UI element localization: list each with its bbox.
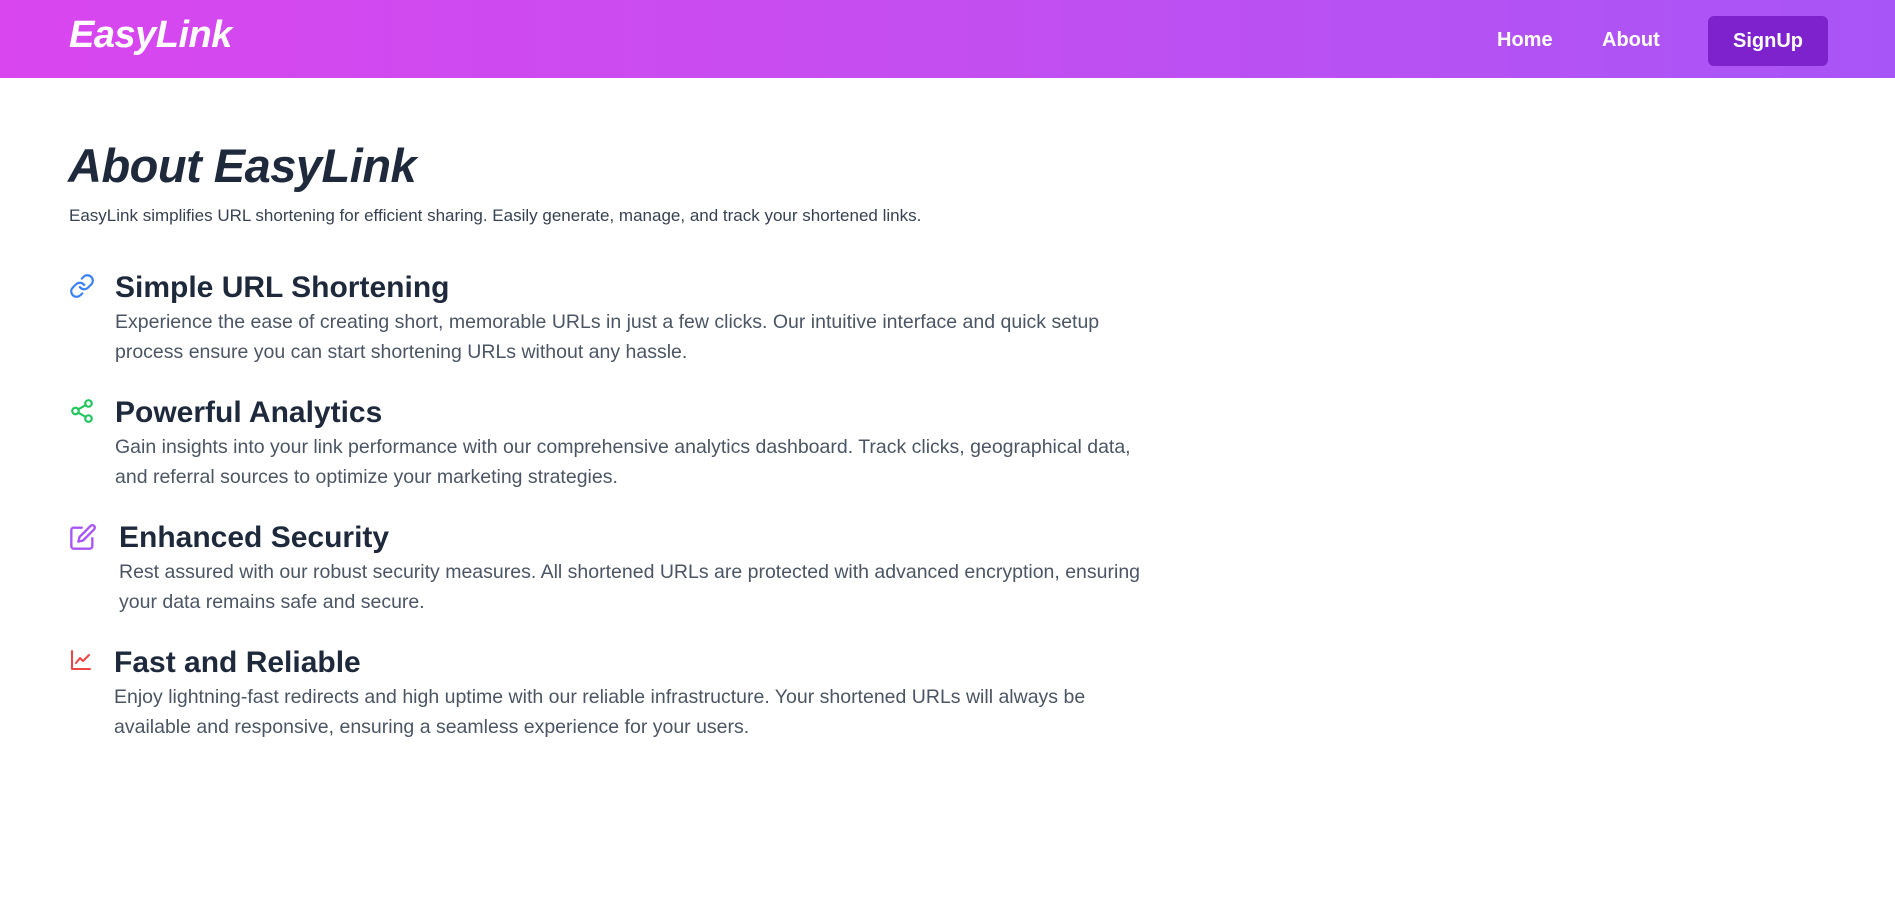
navbar: EasyLink Home About SignUp [0,0,1895,78]
nav-link-home[interactable]: Home [1497,29,1553,52]
feature-description: Enjoy lightning-fast redirects and high … [114,686,1086,738]
chart-line-icon [71,650,91,670]
feature-title: Enhanced Security [119,521,390,554]
brand-logo[interactable]: EasyLink [69,14,232,57]
feature-body: Fast and Reliable Enjoy lightning-fast r… [114,646,1144,742]
page-subtitle: EasyLink simplifies URL shortening for e… [69,206,922,225]
page-title: About EasyLink [68,139,417,192]
link-icon [70,274,94,298]
share-icon [71,399,93,423]
feature-body: Simple URL Shortening Experience the eas… [115,271,1145,367]
feature-title: Simple URL Shortening [115,271,450,304]
feature-title: Powerful Analytics [115,396,383,429]
nav-link-about[interactable]: About [1602,29,1660,52]
feature-description: Rest assured with our robust security me… [119,561,1141,613]
feature-description: Gain insights into your link performance… [115,436,1131,488]
edit-icon [70,524,96,550]
feature-body: Enhanced Security Rest assured with our … [119,521,1149,617]
feature-title: Fast and Reliable [114,646,361,679]
feature-body: Powerful Analytics Gain insights into yo… [115,396,1145,492]
feature-description: Experience the ease of creating short, m… [115,311,1100,363]
signup-button[interactable]: SignUp [1708,16,1828,66]
